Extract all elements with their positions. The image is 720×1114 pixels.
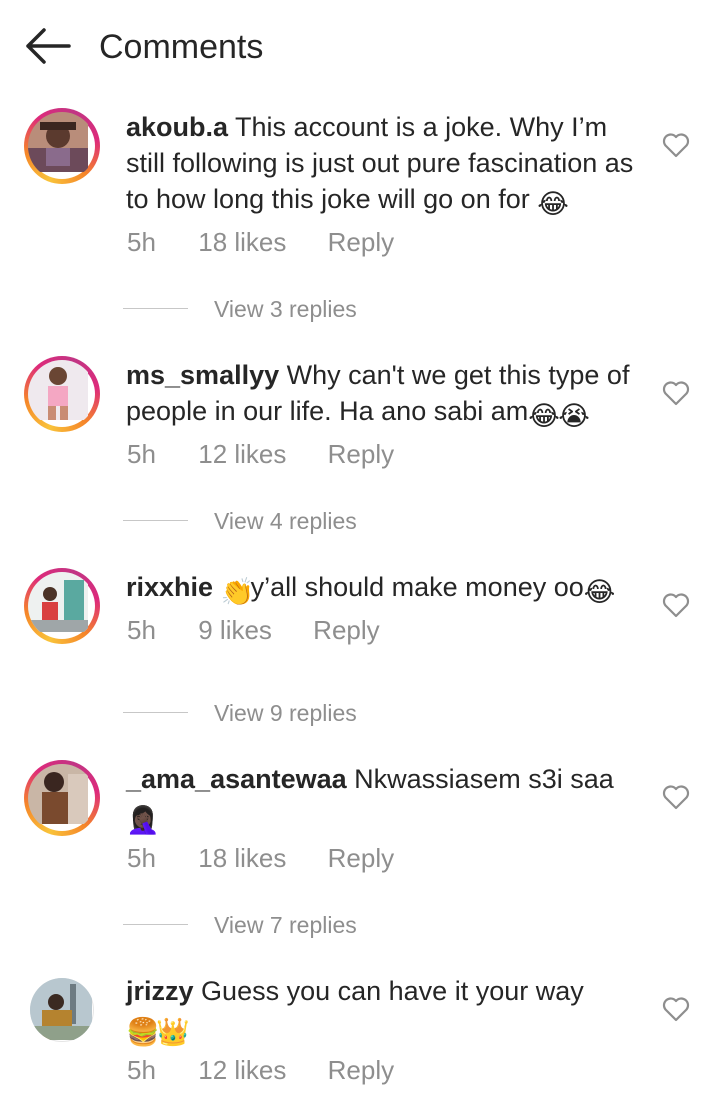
avatar-image [28, 360, 88, 420]
comments-header: Comments [0, 0, 720, 92]
emoji-hamburger: 🍔 [126, 1017, 160, 1047]
replies-divider [123, 712, 188, 713]
avatar-image [30, 978, 92, 1040]
heart-icon[interactable] [662, 996, 690, 1022]
heart-icon[interactable] [662, 592, 690, 618]
emoji-tears-of-joy: 😂 [528, 401, 560, 431]
comment-likes[interactable]: 9 likes [198, 614, 272, 646]
avatar[interactable] [24, 760, 100, 836]
reply-button[interactable]: Reply [313, 614, 379, 646]
comment-body: Guess you can have it your way [201, 976, 584, 1006]
heart-icon[interactable] [662, 784, 690, 810]
heart-icon[interactable] [662, 132, 690, 158]
comment-meta: 5h 9 likes Reply [127, 614, 380, 646]
comment-body: y’all should make money oo [250, 572, 584, 602]
emoji-tears-of-joy: 😂 [537, 189, 569, 219]
arrow-left-icon[interactable] [22, 26, 72, 66]
comment-meta: 5h 12 likes Reply [127, 1054, 394, 1086]
emoji-crown: 👑 [156, 1017, 190, 1047]
replies-divider [123, 308, 188, 309]
comment-text: _ama_asantewaa Nkwassiasem s3i saa 🤦🏿‍♀️ [126, 761, 646, 835]
comment-meta: 5h 18 likes Reply [127, 842, 394, 874]
view-replies-label[interactable]: View 9 replies [214, 698, 357, 728]
heart-icon[interactable] [662, 380, 690, 406]
replies-divider [123, 520, 188, 521]
comment-time: 5h [127, 1055, 156, 1085]
comment-username[interactable]: akoub.a [126, 112, 228, 142]
comment-text: rixxhie 👏y’all should make money oo😂 [126, 569, 646, 607]
emoji-crying: 😭 [558, 401, 590, 431]
reply-button[interactable]: Reply [328, 438, 394, 470]
emoji-woman-facepalming: 🤦🏿‍♀️ [126, 805, 160, 835]
replies-divider [123, 924, 188, 925]
comment-username[interactable]: ms_smallyy [126, 360, 279, 390]
comment-likes[interactable]: 18 likes [198, 842, 286, 874]
comment-meta: 5h 12 likes Reply [127, 438, 394, 470]
avatar[interactable] [24, 356, 100, 432]
comment-time: 5h [127, 439, 156, 469]
comment-username[interactable]: jrizzy [126, 976, 194, 1006]
reply-button[interactable]: Reply [328, 1054, 394, 1086]
comment-likes[interactable]: 12 likes [198, 438, 286, 470]
comment-time: 5h [127, 843, 156, 873]
comment-meta: 5h 18 likes Reply [127, 226, 394, 258]
emoji-clapping-hands: 👏 [220, 577, 255, 607]
avatar-image [28, 112, 88, 172]
comment-text: jrizzy Guess you can have it your way 🍔👑 [126, 973, 646, 1047]
avatar[interactable] [24, 568, 100, 644]
comment-username[interactable]: rixxhie [126, 572, 213, 602]
comment-time: 5h [127, 615, 156, 645]
view-replies-label[interactable]: View 7 replies [214, 910, 357, 940]
avatar-image [28, 572, 88, 632]
comment-likes[interactable]: 12 likes [198, 1054, 286, 1086]
comment-text: akoub.a This account is a joke. Why I’m … [126, 109, 646, 219]
page-title: Comments [99, 28, 264, 66]
view-replies-label[interactable]: View 4 replies [214, 506, 357, 536]
emoji-tears-of-joy: 😂 [583, 577, 616, 607]
comment-text: ms_smallyy Why can't we get this type of… [126, 357, 646, 431]
avatar[interactable] [30, 978, 94, 1042]
reply-button[interactable]: Reply [328, 226, 394, 258]
view-replies-label[interactable]: View 3 replies [214, 294, 357, 324]
comment-time: 5h [127, 227, 156, 257]
comment-body: Nkwassiasem s3i saa [354, 764, 614, 794]
avatar[interactable] [24, 108, 100, 184]
reply-button[interactable]: Reply [328, 842, 394, 874]
avatar-image [28, 764, 88, 824]
comment-username[interactable]: _ama_asantewaa [126, 764, 347, 794]
comment-likes[interactable]: 18 likes [198, 226, 286, 258]
